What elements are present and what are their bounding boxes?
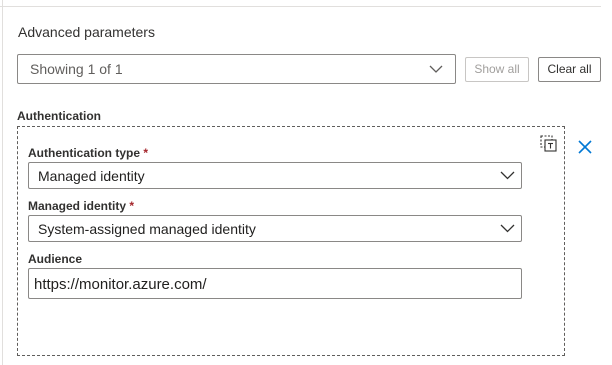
audience-input[interactable]: https://monitor.azure.com/ bbox=[28, 268, 522, 299]
chevron-down-icon bbox=[500, 171, 515, 180]
required-marker: * bbox=[129, 199, 135, 213]
managed-identity-label: Managed identity * bbox=[28, 199, 134, 213]
audience-label: Audience bbox=[28, 252, 83, 266]
authentication-type-value: Managed identity bbox=[38, 168, 145, 184]
close-icon[interactable] bbox=[578, 140, 592, 154]
clear-all-button[interactable]: Clear all bbox=[538, 57, 601, 82]
authentication-type-select[interactable]: Managed identity bbox=[28, 162, 522, 189]
advanced-parameters-title: Advanced parameters bbox=[18, 24, 155, 40]
copy-icon[interactable] bbox=[540, 135, 557, 152]
chevron-down-icon bbox=[500, 224, 515, 233]
chevron-down-icon bbox=[429, 65, 443, 73]
authentication-type-label-text: Authentication type bbox=[28, 146, 141, 160]
audience-value: https://monitor.azure.com/ bbox=[34, 276, 207, 293]
top-divider bbox=[0, 6, 601, 7]
parameters-dropdown-value: Showing 1 of 1 bbox=[30, 61, 123, 77]
show-all-button[interactable]: Show all bbox=[465, 57, 529, 82]
required-marker: * bbox=[143, 146, 149, 160]
authentication-section-title: Authentication bbox=[17, 109, 101, 123]
managed-identity-value: System-assigned managed identity bbox=[38, 221, 256, 237]
managed-identity-select[interactable]: System-assigned managed identity bbox=[28, 215, 522, 242]
parameters-dropdown[interactable]: Showing 1 of 1 bbox=[17, 54, 456, 84]
left-divider bbox=[2, 0, 3, 365]
managed-identity-label-text: Managed identity bbox=[28, 199, 127, 213]
authentication-type-label: Authentication type * bbox=[28, 146, 148, 160]
